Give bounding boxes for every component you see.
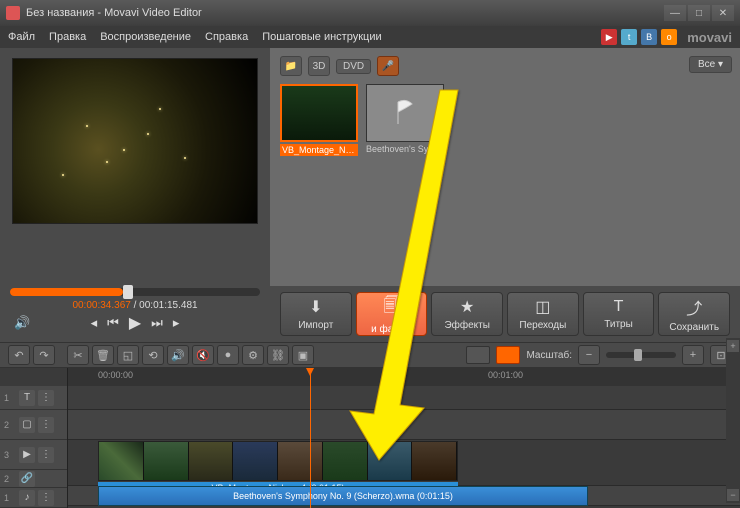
timeline-track[interactable] [68, 410, 740, 440]
import-button[interactable]: ⬇Импорт [280, 292, 352, 336]
remove-track-button[interactable]: − [727, 489, 739, 501]
track-menu-icon[interactable]: ⋮ [38, 447, 54, 463]
menu-edit[interactable]: Правка [49, 31, 86, 43]
total-time: 00:01:15.481 [139, 300, 197, 311]
record-audio-button[interactable]: ● [217, 345, 239, 365]
zoom-in-button[interactable]: + [682, 345, 704, 365]
seek-bar[interactable] [10, 288, 260, 296]
prev-frame-button[interactable]: ◂ [91, 315, 98, 331]
menu-file[interactable]: Файл [8, 31, 35, 43]
minimize-button[interactable]: — [664, 5, 686, 21]
clip-props-button[interactable]: ⚙ [242, 345, 264, 365]
time-display: 00:00:34.367 / 00:01:15.481 [10, 300, 260, 311]
timeline-toolbar: ↶ ↷ ✂ 🗑 ◱ ⟲ 🔊 🔇 ● ⚙ ⛓ ▣ Масштаб: − + ⊡ [0, 342, 740, 368]
dvd-button[interactable]: DVD [336, 59, 371, 74]
filter-all-button[interactable]: Все ▾ [689, 56, 732, 73]
effects-button[interactable]: ★Эффекты [431, 292, 503, 336]
import-icon: ⬇ [309, 297, 322, 317]
timeline-track[interactable]: Beethoven's Symphony No. 9 (Scherzo).wma… [68, 486, 740, 506]
track-header[interactable]: 3▶⋮ [0, 440, 67, 470]
overlay-track-icon: ▢ [19, 417, 35, 433]
maximize-button[interactable]: □ [688, 5, 710, 21]
zoom-slider[interactable] [606, 352, 676, 358]
linked-audio-icon: 🔗 [19, 471, 35, 487]
crop-button[interactable]: ◱ [117, 345, 139, 365]
zoom-thumb[interactable] [634, 349, 642, 361]
audio-track-icon: ♪ [19, 490, 35, 506]
link-button[interactable]: ⛓ [267, 345, 289, 365]
storyboard-view-button[interactable] [466, 346, 490, 364]
redo-button[interactable]: ↷ [33, 345, 55, 365]
timeline-ruler[interactable]: 00:00:00 00:01:00 [68, 368, 740, 386]
audio-clip[interactable]: Beethoven's Symphony No. 9 (Scherzo).wma… [98, 486, 588, 506]
track-menu-icon[interactable]: ⋮ [38, 417, 54, 433]
timeline-track[interactable]: VB_Montage_Nick.mp4 (0:01:15) [68, 440, 740, 486]
menu-playback[interactable]: Воспроизведение [100, 31, 191, 43]
thumb-label: Beethoven's Symp... [366, 144, 444, 154]
transitions-button[interactable]: ◫Переходы [507, 292, 579, 336]
skip-back-button[interactable]: ⏮ [107, 315, 119, 331]
transport-controls: 00:00:34.367 / 00:01:15.481 🔊 ◂ ⏮ ▶ ⏭ ▸ [0, 286, 270, 342]
twitter-icon[interactable]: t [621, 29, 637, 45]
preview-panel [0, 48, 270, 286]
volume-icon[interactable]: 🔊 [14, 315, 30, 331]
cut-button[interactable]: ✂ [67, 345, 89, 365]
add-track-button[interactable]: + [727, 340, 739, 352]
titles-button[interactable]: TТитры [583, 292, 655, 336]
track-header[interactable]: 2▢⋮ [0, 410, 67, 440]
star-icon: ★ [460, 297, 474, 317]
window-title: Без названия - Movavi Video Editor [26, 7, 202, 19]
thumb-label: VB_Montage_Nick... [280, 144, 358, 156]
timeline-view-button[interactable] [496, 346, 520, 364]
media-thumb[interactable]: Beethoven's Symp... [366, 84, 444, 156]
titlebar: Без названия - Movavi Video Editor — □ ✕ [0, 0, 740, 26]
seek-thumb[interactable] [123, 285, 133, 299]
group-button[interactable]: ▣ [292, 345, 314, 365]
app-icon [6, 6, 20, 20]
folder-button[interactable]: 📁 [280, 56, 302, 76]
scale-label: Масштаб: [526, 350, 572, 361]
track-menu-icon[interactable]: ⋮ [38, 490, 54, 506]
track-header[interactable]: 2🔗 [0, 470, 67, 488]
track-header[interactable]: 1♪⋮ [0, 488, 67, 508]
next-frame-button[interactable]: ▸ [173, 315, 180, 331]
transitions-icon: ◫ [535, 297, 550, 317]
menu-tutorials[interactable]: Пошаговые инструкции [262, 31, 381, 43]
playhead[interactable] [310, 368, 311, 508]
delete-button[interactable]: 🗑 [92, 345, 114, 365]
titles-icon: T [614, 298, 624, 316]
skip-fwd-button[interactable]: ⏭ [151, 315, 163, 331]
volume-button[interactable]: 🔊 [167, 345, 189, 365]
save-button[interactable]: ⤴Сохранить [658, 292, 730, 336]
zoom-out-button[interactable]: − [578, 345, 600, 365]
timeline: 1T⋮ 2▢⋮ 3▶⋮ 2🔗 1♪⋮ 00:00:00 00:01:00 VB_… [0, 368, 740, 508]
timeline-track[interactable] [68, 386, 740, 410]
files-icon: 🗐 [384, 294, 400, 321]
mute-button[interactable]: 🔇 [192, 345, 214, 365]
track-menu-icon[interactable]: ⋮ [38, 390, 54, 406]
menu-help[interactable]: Справка [205, 31, 248, 43]
text-track-icon: T [19, 390, 35, 406]
rotate-button[interactable]: ⟲ [142, 345, 164, 365]
media-thumb[interactable]: VB_Montage_Nick... [280, 84, 358, 156]
track-header[interactable]: 1T⋮ [0, 386, 67, 410]
ok-icon[interactable]: o [661, 29, 677, 45]
vk-icon[interactable]: B [641, 29, 657, 45]
current-time: 00:00:34.367 [72, 300, 130, 311]
youtube-icon[interactable]: ▶ [601, 29, 617, 45]
play-button[interactable]: ▶ [129, 313, 141, 333]
media-panel: 📁 3D DVD 🎤 Все ▾ VB_Montage_Nick... Beet… [270, 48, 740, 286]
menubar: Файл Правка Воспроизведение Справка Поша… [0, 26, 740, 48]
files-button[interactable]: 🗐и файлы [356, 292, 428, 336]
record-button[interactable]: 🎤 [377, 56, 399, 76]
preview-screen[interactable] [12, 58, 258, 224]
video-track-icon: ▶ [19, 447, 35, 463]
export-icon: ⤴ [686, 295, 702, 319]
video-clip[interactable] [98, 441, 458, 481]
undo-button[interactable]: ↶ [8, 345, 30, 365]
brand-logo: movavi [687, 30, 732, 45]
close-button[interactable]: ✕ [712, 5, 734, 21]
threeD-button[interactable]: 3D [308, 56, 330, 76]
